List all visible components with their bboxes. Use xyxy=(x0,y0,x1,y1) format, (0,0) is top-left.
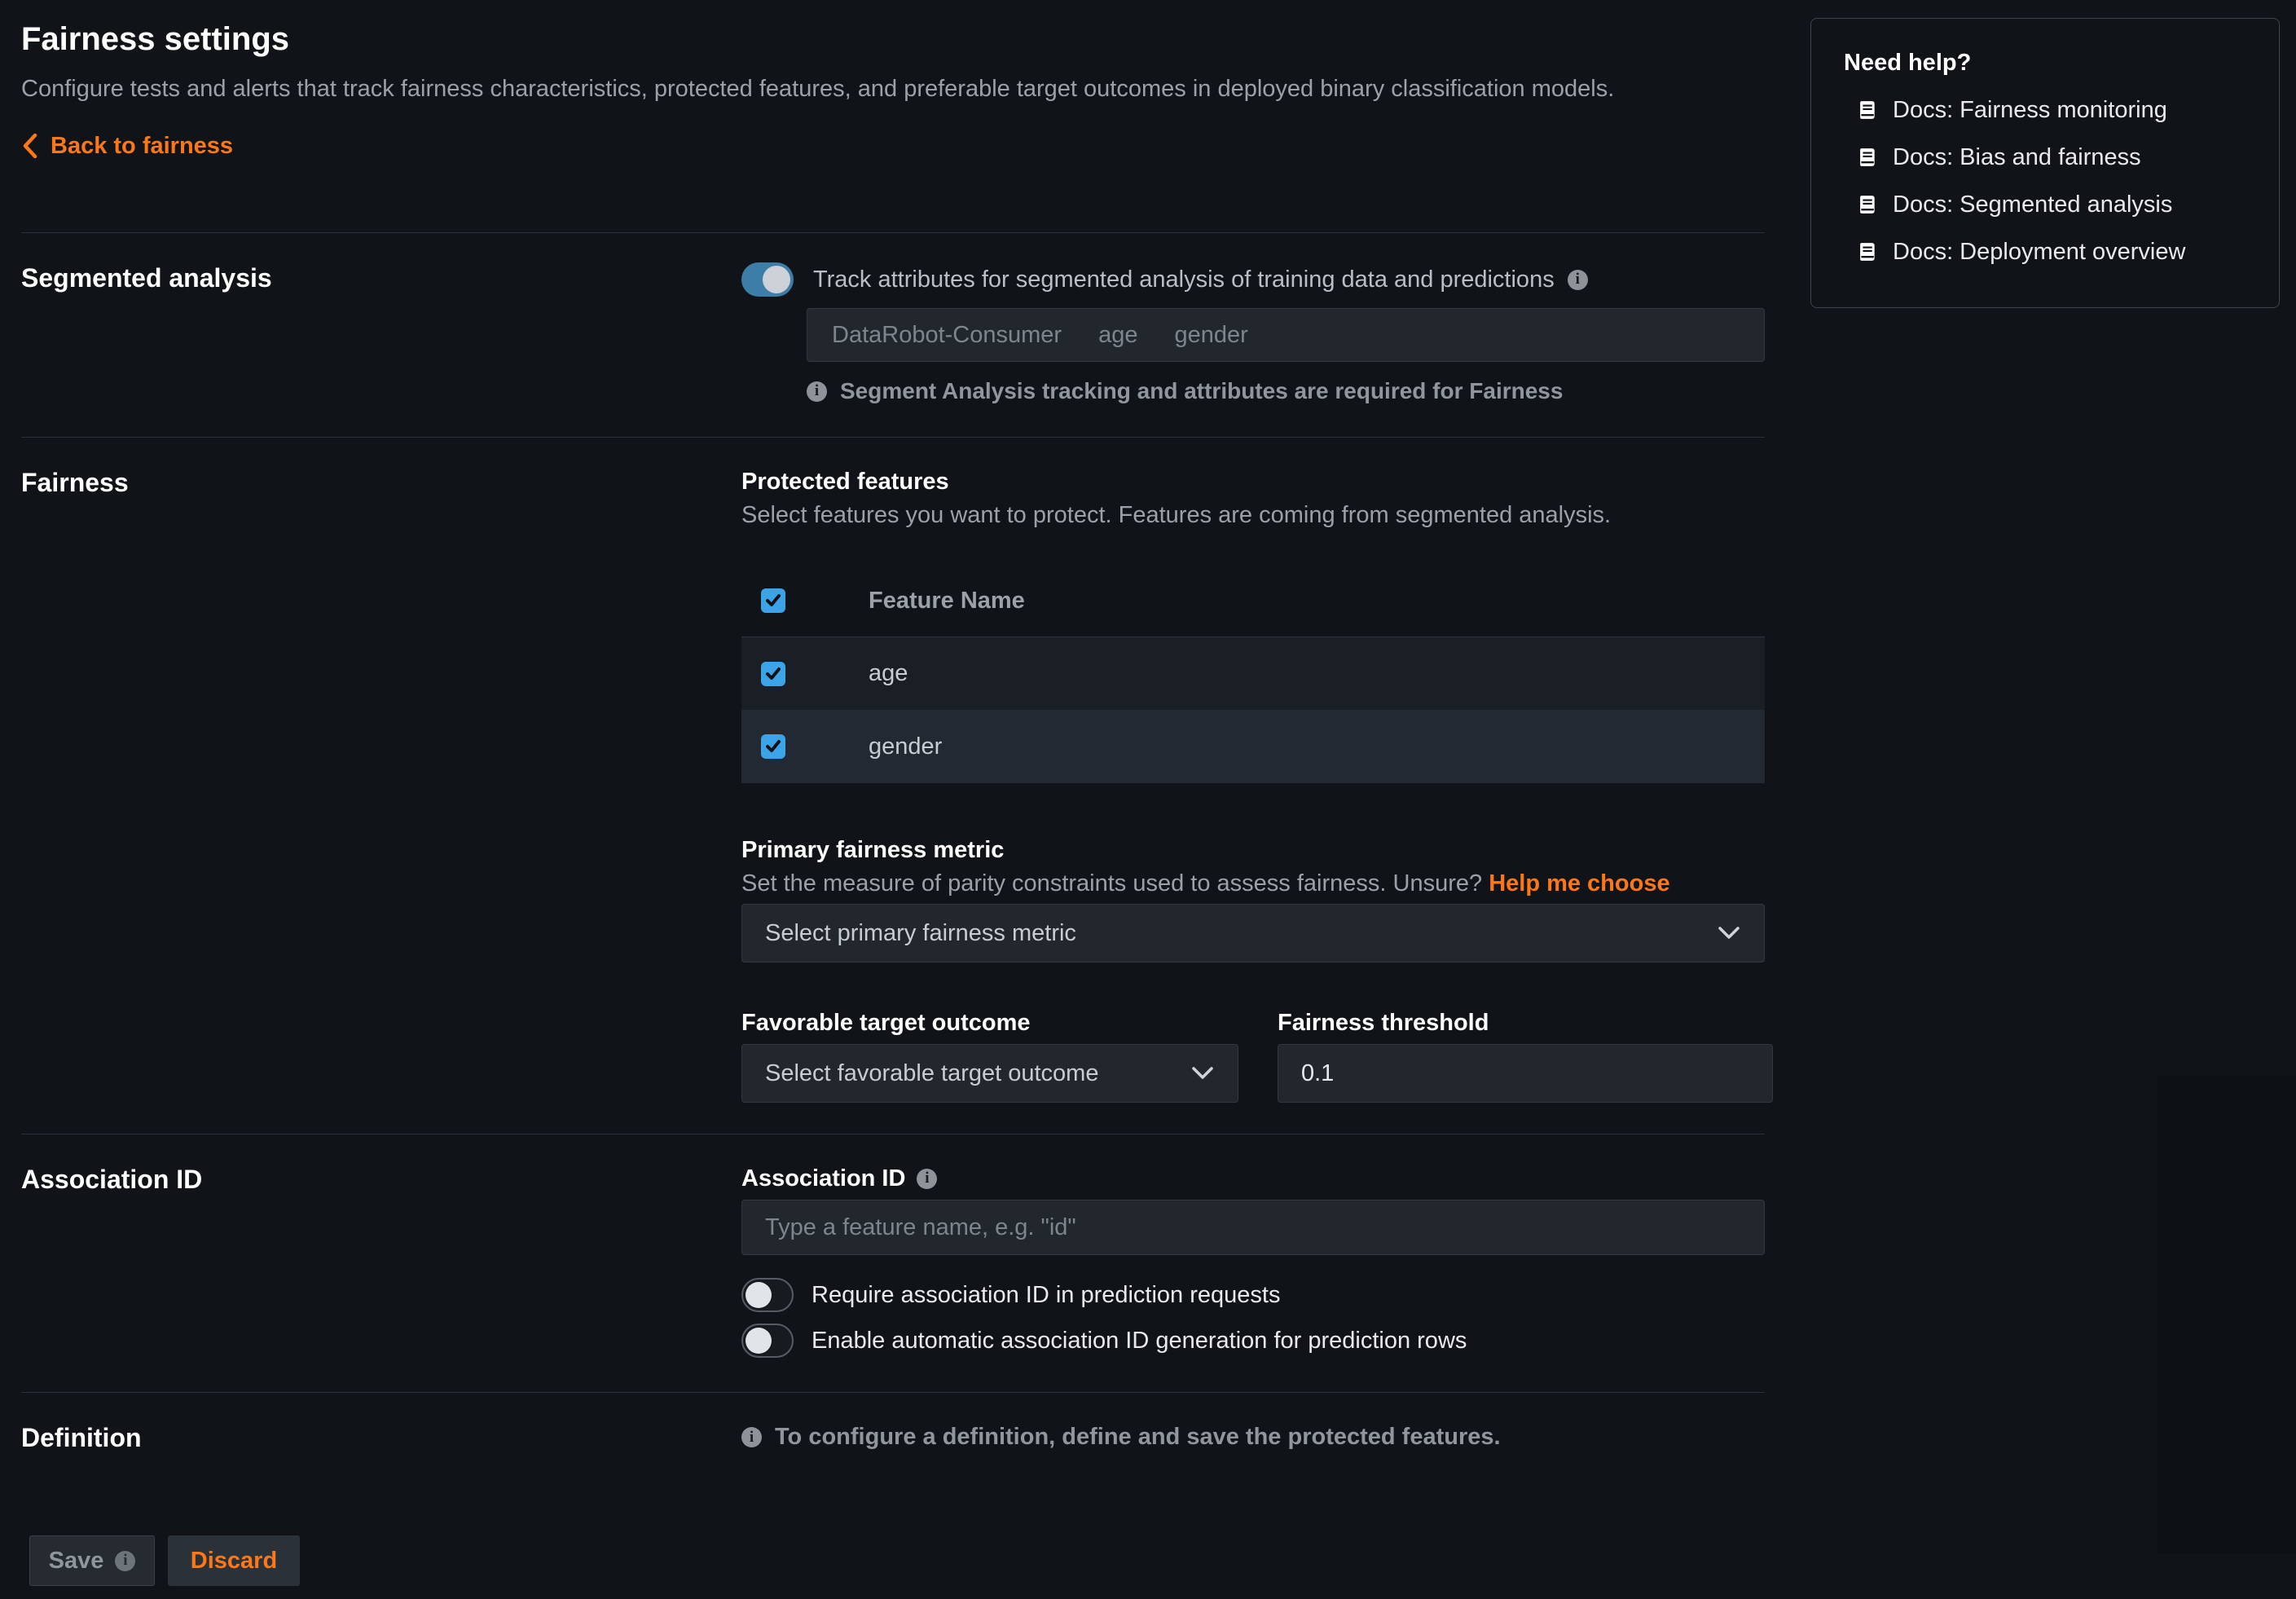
feature-name-column-header: Feature Name xyxy=(869,588,1025,614)
docs-link-fairness-monitoring[interactable]: Docs: Fairness monitoring xyxy=(1857,95,2254,125)
section-definition: Definition i To configure a definition, … xyxy=(21,1392,1765,1483)
row-checkbox[interactable] xyxy=(761,734,785,759)
main-content: Fairness settings Configure tests and al… xyxy=(21,0,1765,1599)
association-id-heading: Association ID xyxy=(21,1164,741,1195)
feature-name: age xyxy=(869,660,908,687)
docs-link-segmented-analysis[interactable]: Docs: Segmented analysis xyxy=(1857,190,2254,219)
primary-fairness-metric-title: Primary fairness metric xyxy=(741,835,1773,865)
docs-link-deployment-overview[interactable]: Docs: Deployment overview xyxy=(1857,237,2254,266)
auto-association-id-toggle[interactable] xyxy=(741,1324,794,1358)
discard-button[interactable]: Discard xyxy=(168,1535,300,1586)
toggle-knob xyxy=(763,266,790,293)
info-icon: i xyxy=(807,381,827,402)
help-me-choose-link[interactable]: Help me choose xyxy=(1489,870,1669,896)
select-all-checkbox[interactable] xyxy=(761,588,785,613)
chevron-down-icon xyxy=(1190,1065,1215,1081)
info-icon[interactable]: i xyxy=(917,1169,937,1189)
background-shade xyxy=(2157,1076,2296,1553)
check-icon xyxy=(764,665,782,683)
primary-fairness-metric-select[interactable]: Select primary fairness metric xyxy=(741,904,1765,962)
section-fairness: Fairness Protected features Select featu… xyxy=(21,437,1765,1134)
favorable-target-outcome-select[interactable]: Select favorable target outcome xyxy=(741,1044,1238,1103)
row-checkbox[interactable] xyxy=(761,662,785,686)
toggle-knob xyxy=(746,1282,772,1308)
check-icon xyxy=(764,592,782,610)
book-icon xyxy=(1857,147,1878,168)
primary-metric-description: Set the measure of parity constraints us… xyxy=(741,870,1482,896)
book-icon xyxy=(1857,99,1878,121)
definition-note: To configure a definition, define and sa… xyxy=(775,1424,1501,1451)
docs-link-bias-and-fairness[interactable]: Docs: Bias and fairness xyxy=(1857,143,2254,172)
book-icon xyxy=(1857,194,1878,215)
section-segmented-analysis: Segmented analysis Track attributes for … xyxy=(21,232,1765,437)
info-icon[interactable]: i xyxy=(1568,270,1588,290)
need-help-panel: Need help? Docs: Fairness monitoring Doc… xyxy=(1810,18,2280,308)
docs-link-label: Docs: Bias and fairness xyxy=(1893,143,2141,172)
association-id-field-label: Association ID xyxy=(741,1164,905,1193)
attribute-tag: gender xyxy=(1174,322,1247,349)
save-button-label: Save xyxy=(49,1548,104,1575)
section-association-id: Association ID Association ID i Require … xyxy=(21,1134,1765,1392)
table-row[interactable]: gender xyxy=(741,710,1765,783)
info-icon: i xyxy=(115,1551,135,1571)
docs-link-label: Docs: Deployment overview xyxy=(1893,237,2185,266)
require-association-id-label: Require association ID in prediction req… xyxy=(812,1282,1280,1309)
back-to-fairness-link[interactable]: Back to fairness xyxy=(21,132,233,160)
protected-features-table: Feature Name age g xyxy=(741,565,1765,783)
protected-features-description: Select features you want to protect. Fea… xyxy=(741,501,1773,529)
chevron-down-icon xyxy=(1717,925,1741,941)
info-icon: i xyxy=(741,1427,762,1447)
fairness-threshold-label: Fairness threshold xyxy=(1278,1008,1773,1037)
feature-name: gender xyxy=(869,733,942,760)
docs-link-label: Docs: Fairness monitoring xyxy=(1893,95,2167,125)
back-link-label: Back to fairness xyxy=(51,132,233,160)
toggle-knob xyxy=(746,1328,772,1354)
page-title: Fairness settings xyxy=(21,21,1765,57)
definition-heading: Definition xyxy=(21,1422,741,1453)
segmented-analysis-toggle-label: Track attributes for segmented analysis … xyxy=(813,266,1555,293)
page-subtitle: Configure tests and alerts that track fa… xyxy=(21,75,1765,103)
favorable-target-outcome-label: Favorable target outcome xyxy=(741,1008,1238,1037)
page-header: Fairness settings Configure tests and al… xyxy=(21,0,1765,232)
fairness-heading: Fairness xyxy=(21,467,741,498)
fairness-threshold-input[interactable] xyxy=(1278,1044,1773,1103)
need-help-title: Need help? xyxy=(1844,48,2254,77)
attribute-tag: DataRobot-Consumer xyxy=(832,322,1062,349)
segmented-analysis-toggle[interactable] xyxy=(741,262,794,297)
check-icon xyxy=(764,738,782,755)
select-placeholder: Select primary fairness metric xyxy=(765,920,1076,947)
require-association-id-toggle[interactable] xyxy=(741,1278,794,1312)
protected-features-title: Protected features xyxy=(741,467,1773,496)
attribute-tag: age xyxy=(1098,322,1137,349)
auto-association-id-label: Enable automatic association ID generati… xyxy=(812,1328,1467,1355)
save-button[interactable]: Save i xyxy=(29,1535,155,1586)
action-bar: Save i Discard xyxy=(21,1483,1765,1599)
segment-attributes-field[interactable]: DataRobot-Consumer age gender xyxy=(807,308,1765,362)
association-id-input[interactable] xyxy=(741,1200,1765,1255)
chevron-left-icon xyxy=(21,132,39,160)
docs-link-label: Docs: Segmented analysis xyxy=(1893,190,2172,219)
table-header-row: Feature Name xyxy=(741,565,1765,637)
book-icon xyxy=(1857,241,1878,262)
segmented-analysis-heading: Segmented analysis xyxy=(21,262,741,293)
select-placeholder: Select favorable target outcome xyxy=(765,1060,1098,1087)
table-row[interactable]: age xyxy=(741,637,1765,710)
discard-button-label: Discard xyxy=(191,1548,277,1575)
segment-analysis-note: Segment Analysis tracking and attributes… xyxy=(840,378,1563,404)
